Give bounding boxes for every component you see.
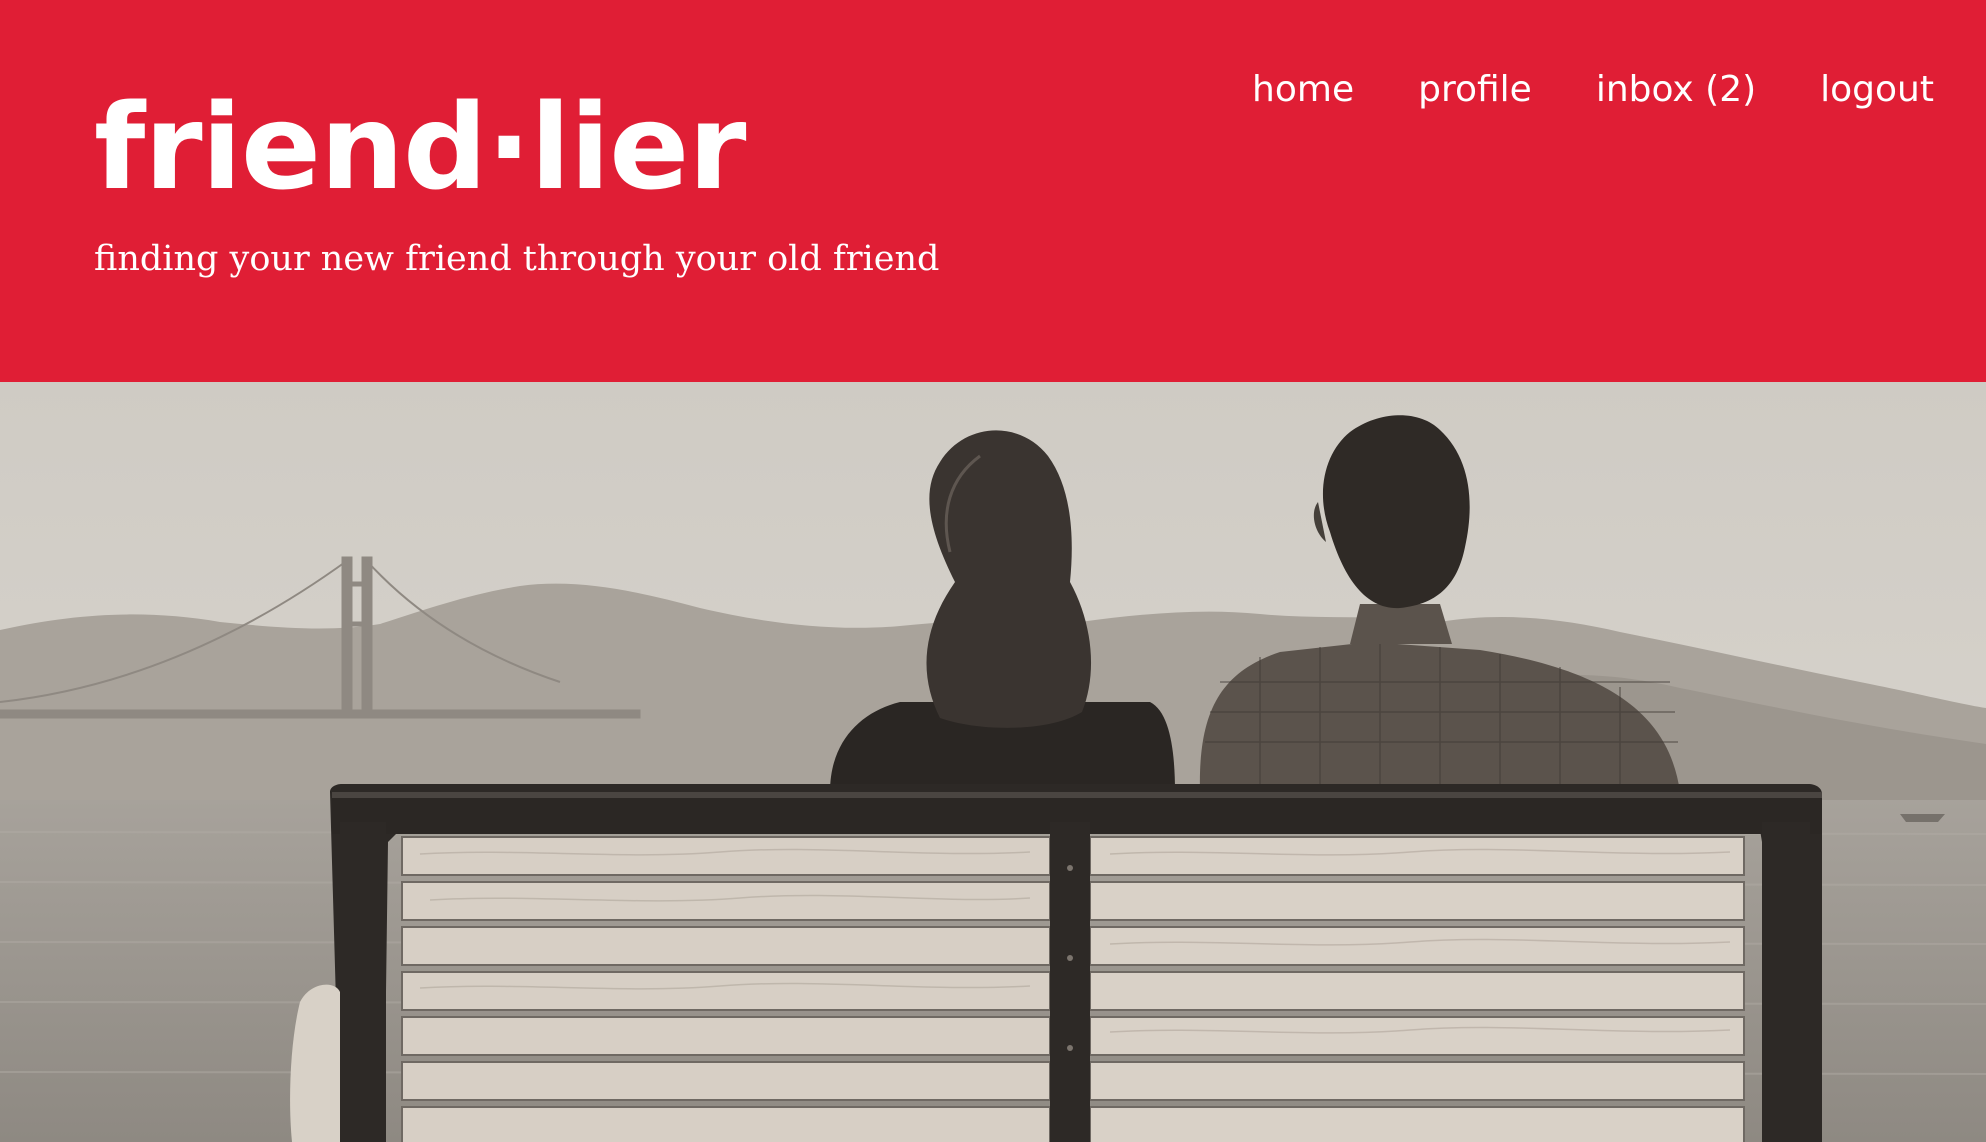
page: friend·lier finding your new friend thro… xyxy=(0,0,1986,1142)
site-logo[interactable]: friend·lier xyxy=(94,88,746,206)
nav-home-link[interactable]: home xyxy=(1252,70,1354,110)
nav-inbox-link[interactable]: inbox (2) xyxy=(1596,70,1756,110)
site-header: friend·lier finding your new friend thro… xyxy=(0,0,1986,382)
site-tagline: finding your new friend through your old… xyxy=(94,239,940,279)
nav-profile-link[interactable]: profile xyxy=(1418,70,1532,110)
nav-logout-link[interactable]: logout xyxy=(1820,70,1934,110)
hero-image xyxy=(0,382,1986,1142)
hero-photo xyxy=(0,382,1986,1142)
main-nav: home profile inbox (2) logout xyxy=(1252,70,1934,110)
